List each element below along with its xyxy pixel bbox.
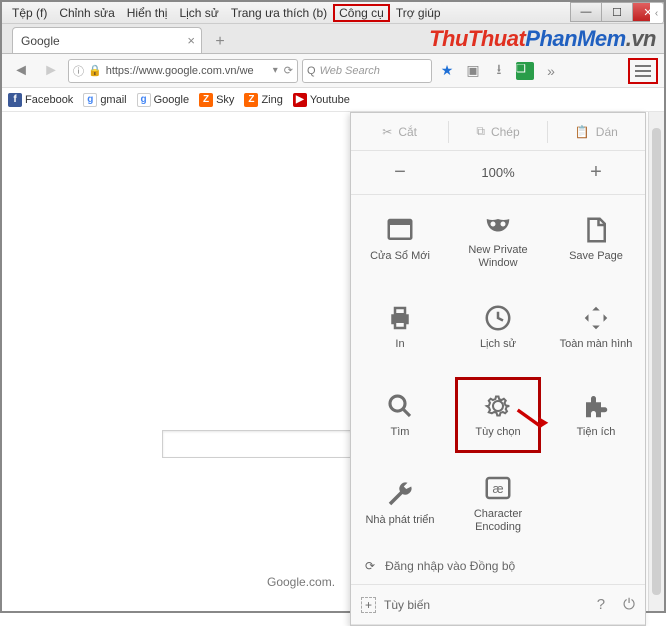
gear-icon	[483, 391, 513, 421]
power-icon[interactable]: ⏻	[623, 596, 635, 613]
window-minimize-button[interactable]: —	[570, 2, 602, 22]
share-icon[interactable]: ❏	[514, 60, 536, 82]
pocket-icon[interactable]: ▣	[462, 60, 484, 82]
zoom-in-button[interactable]: +	[547, 161, 645, 184]
clipboard-icon: 📋	[575, 125, 590, 139]
downloads-icon[interactable]: ⭳	[488, 60, 510, 82]
bookmark-star-icon[interactable]: ★	[436, 60, 458, 82]
mask-icon	[483, 209, 513, 239]
customize-button[interactable]: + Tùy biến	[361, 597, 430, 613]
menu-developer[interactable]: Nhà phát triển	[351, 459, 449, 547]
bookmark-gmail[interactable]: ggmail	[83, 93, 126, 107]
menu-grid: Cửa Sổ Mới New Private Window Save Page …	[351, 195, 645, 547]
browser-tab[interactable]: Google ×	[12, 27, 202, 53]
menu-file[interactable]: Tệp (f)	[6, 4, 53, 22]
window-icon	[385, 215, 415, 245]
page-content: Google.com. ✂Cắt ⧉Chép 📋Dán − 100% + Cửa…	[2, 112, 664, 611]
plus-icon: +	[361, 597, 376, 613]
cut-button[interactable]: ✂Cắt	[351, 125, 448, 139]
help-icon[interactable]: ?	[597, 596, 605, 613]
sidebar-notch[interactable]: ‹	[650, 2, 664, 24]
forward-button[interactable]: ►	[38, 58, 64, 84]
overflow-icon[interactable]: »	[540, 60, 562, 82]
back-button[interactable]: ◄	[8, 58, 34, 84]
menu-edit[interactable]: Chỉnh sửa	[53, 4, 120, 22]
menu-help[interactable]: Trợ giúp	[390, 4, 447, 22]
paste-button[interactable]: 📋Dán	[548, 125, 645, 139]
menu-tools[interactable]: Công cụ	[333, 4, 390, 22]
menu-new-window[interactable]: Cửa Sổ Mới	[351, 195, 449, 283]
clock-icon	[483, 303, 513, 333]
zoom-value: 100%	[449, 165, 547, 180]
svg-text:æ: æ	[492, 482, 503, 496]
copy-icon: ⧉	[476, 124, 485, 139]
tab-title: Google	[21, 34, 60, 48]
tab-strip: Google × + ThuThuatPhanMem.vn	[2, 24, 664, 54]
vertical-scrollbar[interactable]	[648, 112, 664, 611]
puzzle-icon	[581, 391, 611, 421]
menu-bookmarks[interactable]: Trang ưa thích (b)	[225, 4, 333, 22]
url-text: https://www.google.com.vn/we	[106, 65, 254, 77]
menu-history[interactable]: Lịch sử	[449, 283, 547, 371]
new-tab-button[interactable]: +	[208, 31, 232, 53]
edit-row: ✂Cắt ⧉Chép 📋Dán	[351, 113, 645, 151]
wrench-icon	[385, 479, 415, 509]
menu-save-page[interactable]: Save Page	[547, 195, 645, 283]
zoom-out-button[interactable]: −	[351, 161, 449, 184]
menu-history[interactable]: Lịch sử	[173, 4, 224, 22]
search-bar[interactable]: Q Web Search	[302, 59, 432, 83]
hamburger-menu-button[interactable]	[628, 58, 658, 84]
nav-toolbar: ◄ ► ⓘ 🔒 https://www.google.com.vn/we ▾ ⟳…	[2, 54, 664, 88]
menu-bar: Tệp (f) Chỉnh sửa Hiển thị Lịch sử Trang…	[2, 2, 664, 24]
search-placeholder: Web Search	[320, 65, 380, 77]
url-bar[interactable]: ⓘ 🔒 https://www.google.com.vn/we ▾ ⟳	[68, 59, 298, 83]
zoom-row: − 100% +	[351, 151, 645, 195]
menu-fullscreen[interactable]: Toàn màn hình	[547, 283, 645, 371]
sync-icon: ⟳	[365, 559, 375, 573]
menu-find[interactable]: Tìm	[351, 371, 449, 459]
bookmarks-bar: fFacebook ggmail gGoogle ZSky ZZing ▶You…	[2, 88, 664, 112]
search-icon: Q	[307, 65, 316, 77]
encoding-icon: æ	[483, 473, 513, 503]
sync-row[interactable]: ⟳ Đăng nhập vào Đồng bộ	[351, 547, 645, 585]
bookmark-zing[interactable]: ZZing	[244, 93, 282, 107]
scissors-icon: ✂	[382, 125, 392, 139]
lock-icon: 🔒	[88, 64, 102, 77]
printer-icon	[385, 303, 415, 333]
menu-private-window[interactable]: New Private Window	[449, 195, 547, 283]
menu-addons[interactable]: Tiện ích	[547, 371, 645, 459]
page-icon	[581, 215, 611, 245]
menu-encoding[interactable]: æ Character Encoding	[449, 459, 547, 547]
bookmark-youtube[interactable]: ▶Youtube	[293, 93, 350, 107]
url-dropdown-icon[interactable]: ▾	[273, 65, 278, 76]
google-search-input[interactable]	[162, 430, 352, 458]
bookmark-google[interactable]: gGoogle	[137, 93, 189, 107]
expand-icon	[581, 303, 611, 333]
page-footer-text: Google.com.	[267, 575, 335, 589]
tab-close-icon[interactable]: ×	[187, 33, 195, 48]
bookmark-facebook[interactable]: fFacebook	[8, 93, 73, 107]
copy-button[interactable]: ⧉Chép	[449, 124, 546, 139]
watermark: ThuThuatPhanMem.vn	[429, 26, 656, 52]
magnifier-icon	[385, 391, 415, 421]
panel-footer: + Tùy biến ? ⏻	[351, 585, 645, 625]
info-icon[interactable]: ⓘ	[73, 63, 84, 79]
menu-print[interactable]: In	[351, 283, 449, 371]
bookmark-sky[interactable]: ZSky	[199, 93, 234, 107]
window-maximize-button[interactable]: ☐	[601, 2, 633, 22]
menu-options[interactable]: Tùy chọn	[449, 371, 547, 459]
reload-icon[interactable]: ⟳	[284, 64, 293, 77]
app-menu-panel: ✂Cắt ⧉Chép 📋Dán − 100% + Cửa Sổ Mới New …	[350, 112, 646, 626]
menu-view[interactable]: Hiển thị	[121, 4, 174, 22]
